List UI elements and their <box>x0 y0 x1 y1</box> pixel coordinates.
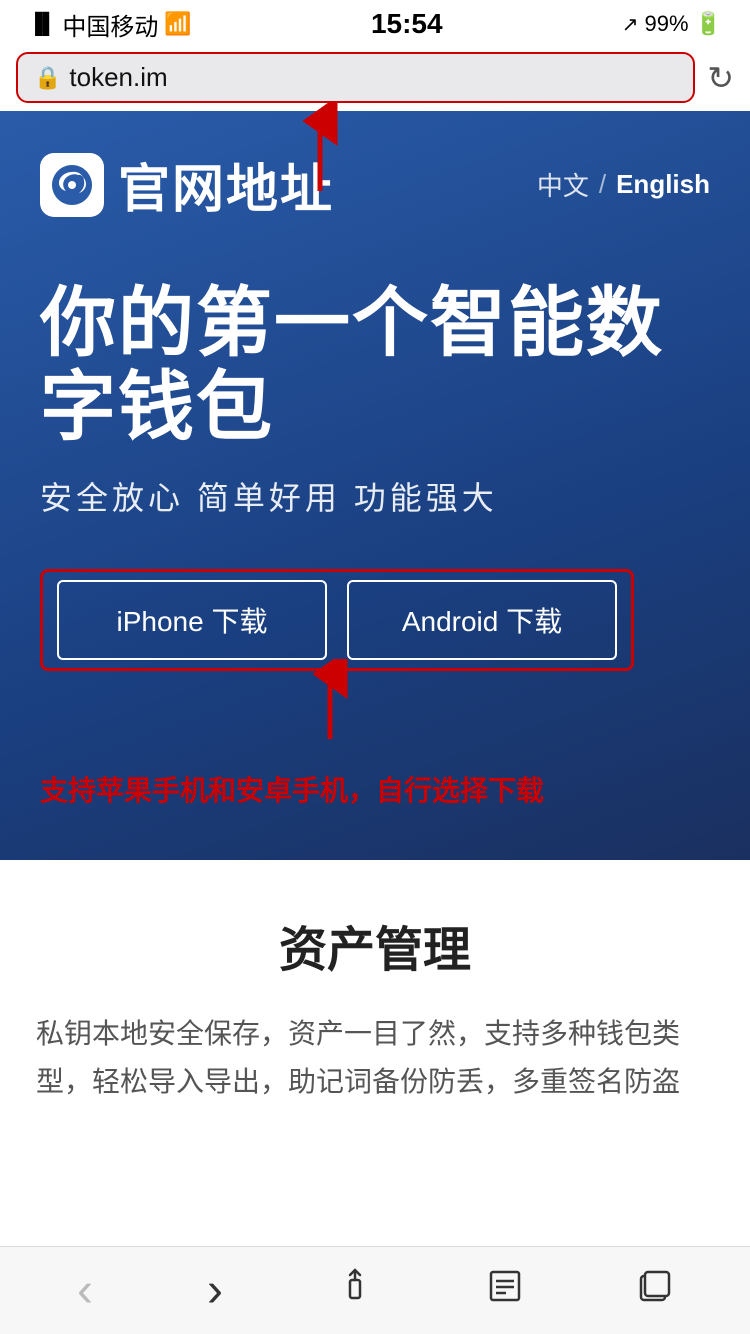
lang-switcher[interactable]: 中文 / English <box>537 166 710 203</box>
status-right: ↗ 99% 🔋 <box>622 11 722 37</box>
share-button[interactable] <box>317 1258 393 1324</box>
carrier-label: 中国移动 <box>62 7 158 42</box>
lang-zh[interactable]: 中文 <box>537 166 589 203</box>
tabs-button[interactable] <box>617 1258 693 1324</box>
signal-bars-icon: ▐▌ <box>28 13 56 36</box>
battery-percent: 99% <box>645 11 689 37</box>
annotation-text: 支持苹果手机和安卓手机，自行选择下载 <box>40 771 710 810</box>
download-buttons-container: iPhone 下载 Android 下载 <box>40 569 634 671</box>
lock-icon: 🔒 <box>34 65 61 91</box>
android-download-button[interactable]: Android 下载 <box>347 580 617 660</box>
browser-toolbar: ‹ › <box>0 1246 750 1334</box>
lang-en[interactable]: English <box>616 169 710 200</box>
asset-section-title: 资产管理 <box>36 910 714 980</box>
hero-title: 你的第一个智能数字钱包 <box>40 282 710 449</box>
status-left: ▐▌ 中国移动 📶 <box>28 7 192 42</box>
location-icon: ↗ <box>622 12 639 37</box>
status-bar: ▐▌ 中国移动 📶 15:54 ↗ 99% 🔋 <box>0 0 750 44</box>
lang-separator: / <box>599 169 606 200</box>
wifi-icon: 📶 <box>164 11 191 37</box>
address-bar[interactable]: 🔒 token.im <box>16 52 695 103</box>
main-content: 官网地址 中文 / English 你的第一个智能数字钱包 安全放心 简单好用 … <box>0 111 750 1146</box>
download-section: iPhone 下载 Android 下载 <box>40 569 710 671</box>
battery-icon: 🔋 <box>695 11 722 37</box>
download-arrow-annotation <box>280 659 380 744</box>
back-button[interactable]: ‹ <box>57 1253 113 1328</box>
asset-section-desc: 私钥本地安全保存，资产一目了然，支持多种钱包类型，轻松导入导出，助记词备份防丢，… <box>36 1010 714 1105</box>
status-time: 15:54 <box>371 8 443 40</box>
forward-button[interactable]: › <box>187 1253 243 1328</box>
hero-subtitle: 安全放心 简单好用 功能强大 <box>40 473 710 519</box>
url-arrow-annotation <box>260 101 380 196</box>
hero-section: 官网地址 中文 / English 你的第一个智能数字钱包 安全放心 简单好用 … <box>0 111 750 860</box>
reload-icon[interactable]: ↻ <box>707 59 734 97</box>
url-text: token.im <box>69 62 167 93</box>
bookmarks-button[interactable] <box>467 1258 543 1324</box>
logo-icon <box>40 153 104 217</box>
asset-section: 资产管理 私钥本地安全保存，资产一目了然，支持多种钱包类型，轻松导入导出，助记词… <box>0 860 750 1145</box>
iphone-download-button[interactable]: iPhone 下载 <box>57 580 327 660</box>
